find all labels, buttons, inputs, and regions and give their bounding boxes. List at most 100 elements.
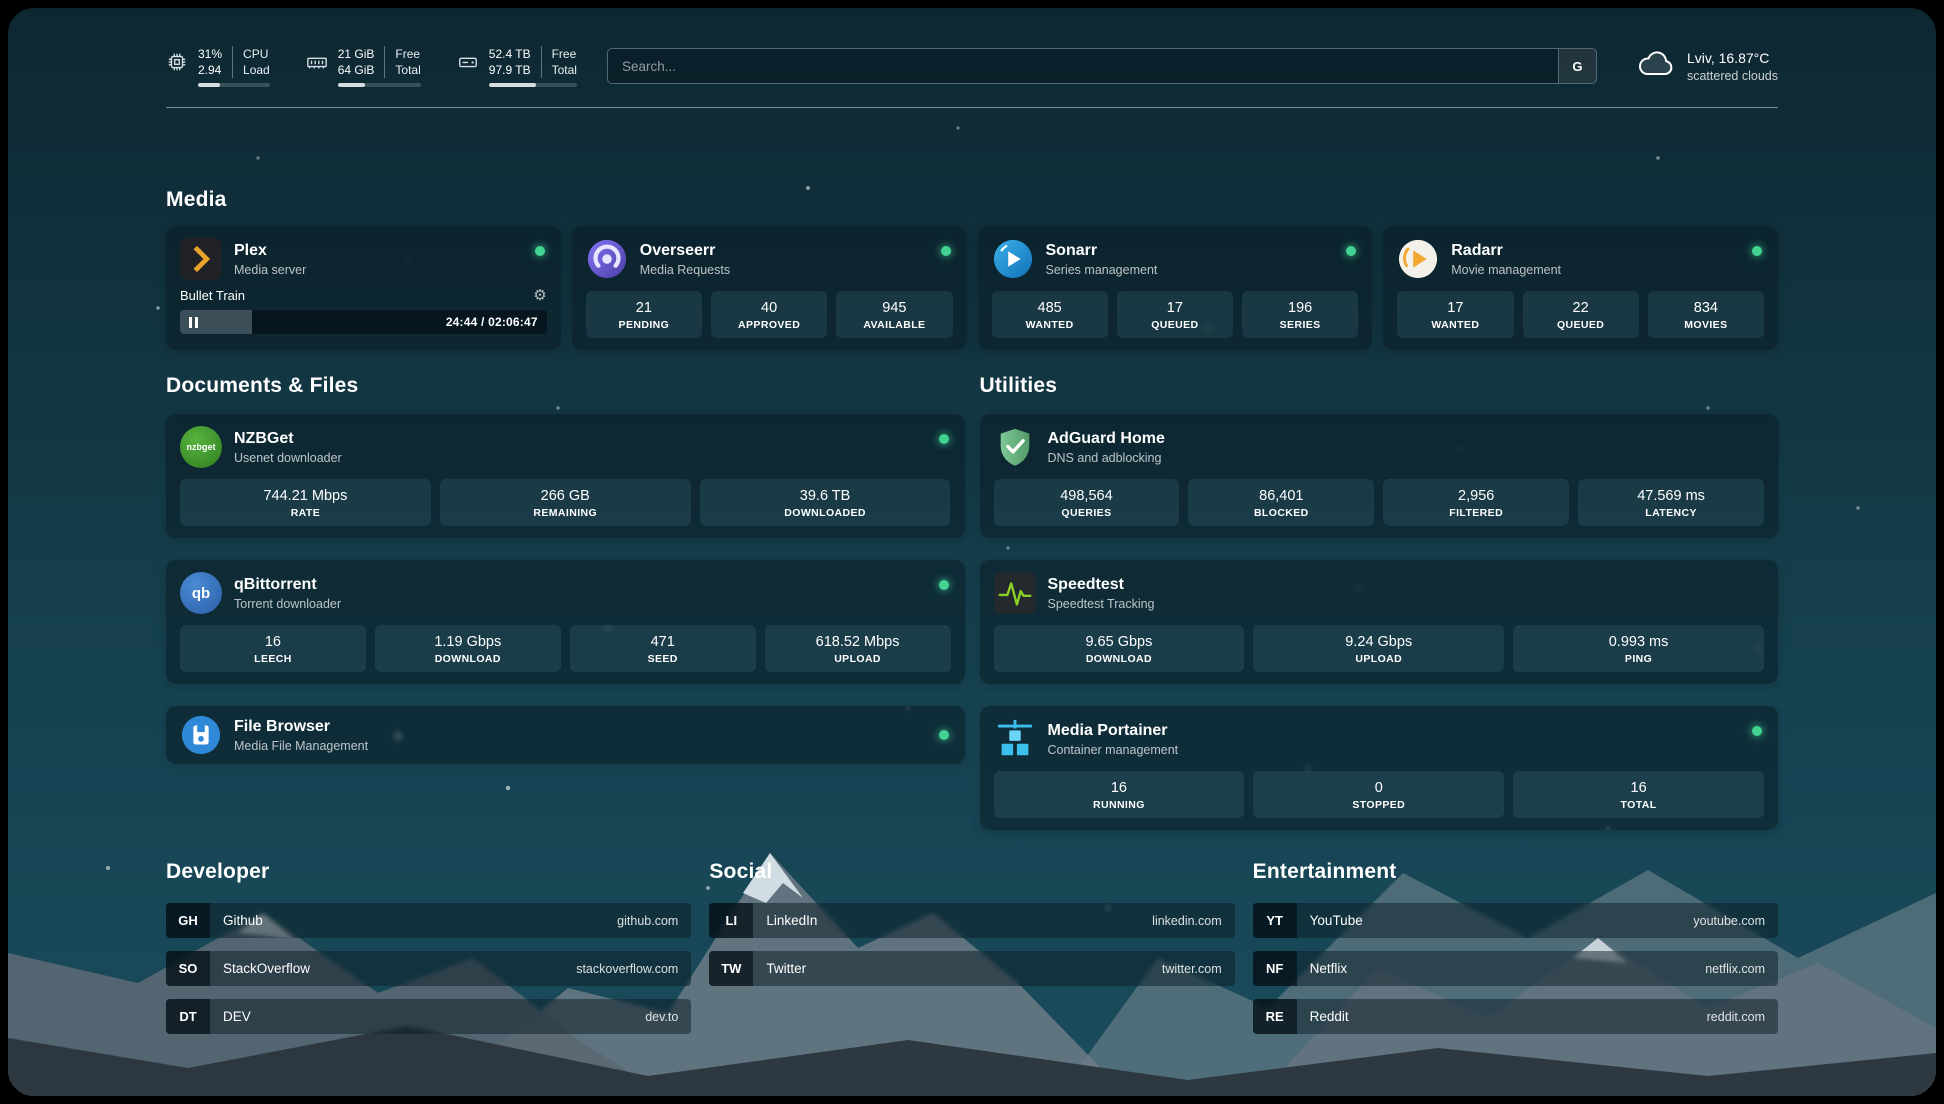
- reddit-abbr-icon: RE: [1253, 999, 1297, 1034]
- disk-label-bottom: Total: [552, 62, 577, 78]
- dev-abbr-icon: DT: [166, 999, 210, 1034]
- ram-labels: Free Total: [384, 46, 420, 78]
- bookmark-url: stackoverflow.com: [576, 962, 678, 976]
- stat-seed: 471 SEED: [570, 625, 756, 672]
- github-abbr-icon: GH: [166, 903, 210, 938]
- app-name: Radarr: [1451, 241, 1561, 261]
- stat-value: 16: [998, 779, 1241, 797]
- stat-label: AVAILABLE: [840, 319, 948, 331]
- cpu-values: 31% 2.94: [198, 46, 222, 78]
- cpu-load-average: 2.94: [198, 62, 222, 78]
- bookmark-name: Github: [223, 913, 263, 928]
- bookmark-youtube[interactable]: YT YouTube youtube.com: [1253, 903, 1778, 938]
- search-bar[interactable]: G: [607, 48, 1597, 84]
- bookmark-stackoverflow[interactable]: SO StackOverflow stackoverflow.com: [166, 951, 691, 986]
- entertainment-bookmarks: YT YouTube youtube.com NF Netflix netfli…: [1253, 903, 1778, 1034]
- qbittorrent-icon: qb: [180, 572, 222, 614]
- entertainment-section-title: Entertainment: [1253, 860, 1778, 884]
- qbittorrent-stats: 16 LEECH 1.19 Gbps DOWNLOAD 471 SEED: [180, 625, 951, 672]
- bookmark-name: Twitter: [766, 961, 806, 976]
- bookmark-github[interactable]: GH Github github.com: [166, 903, 691, 938]
- netflix-abbr-icon: NF: [1253, 951, 1297, 986]
- pause-icon[interactable]: [189, 317, 198, 328]
- disk-metric-body: 52.4 TB 97.9 TB Free Total: [489, 46, 577, 87]
- bookmark-url: github.com: [617, 914, 678, 928]
- middle-columns: Documents & Files nzbget NZBGet Usenet d…: [166, 374, 1778, 830]
- ram-metric-body: 21 GiB 64 GiB Free Total: [338, 46, 421, 87]
- cpu-metric: 31% 2.94 CPU Load: [166, 46, 270, 87]
- dashboard-screen: 31% 2.94 CPU Load: [8, 8, 1936, 1096]
- bookmark-linkedin[interactable]: LI LinkedIn linkedin.com: [709, 903, 1234, 938]
- bookmark-netflix[interactable]: NF Netflix netflix.com: [1253, 951, 1778, 986]
- social-bookmarks: LI LinkedIn linkedin.com TW Twitter twit…: [709, 903, 1234, 986]
- speedtest-card-header: Speedtest Speedtest Tracking: [994, 572, 1765, 614]
- bookmark-url: youtube.com: [1693, 914, 1765, 928]
- playback-time: 24:44 / 02:06:47: [446, 315, 538, 329]
- stat-remaining: 266 GB REMAINING: [440, 479, 691, 526]
- disk-values: 52.4 TB 97.9 TB: [489, 46, 531, 78]
- bookmark-reddit[interactable]: RE Reddit reddit.com: [1253, 999, 1778, 1034]
- plex-player-bar[interactable]: 24:44 / 02:06:47: [180, 310, 547, 334]
- cpu-progress-fill: [198, 83, 220, 87]
- app-name: Sonarr: [1046, 241, 1158, 261]
- utilities-section-title: Utilities: [980, 374, 1779, 398]
- search-engine-button[interactable]: G: [1558, 49, 1596, 83]
- stat-filtered: 2,956 FILTERED: [1383, 479, 1569, 526]
- bookmark-url: reddit.com: [1707, 1010, 1765, 1024]
- radarr-card[interactable]: Radarr Movie management 17 WANTED 22 QUE…: [1383, 226, 1778, 350]
- developer-bookmarks: GH Github github.com SO StackOverflow st…: [166, 903, 691, 1034]
- qbittorrent-icon-text: qb: [192, 585, 210, 602]
- nzbget-card[interactable]: nzbget NZBGet Usenet downloader: [166, 414, 965, 538]
- app-description: Container management: [1048, 743, 1179, 757]
- overseerr-card[interactable]: Overseerr Media Requests 21 PENDING 40 A…: [572, 226, 967, 350]
- stat-download: 9.65 Gbps DOWNLOAD: [994, 625, 1245, 672]
- bookmark-name: LinkedIn: [766, 913, 817, 928]
- stat-label: APPROVED: [715, 319, 823, 331]
- ram-metric-rows: 21 GiB 64 GiB Free Total: [338, 46, 421, 78]
- portainer-card[interactable]: Media Portainer Container management 16 …: [980, 706, 1779, 830]
- linkedin-abbr-icon: LI: [709, 903, 753, 938]
- stat-label: SERIES: [1246, 319, 1354, 331]
- bookmark-dev[interactable]: DT DEV dev.to: [166, 999, 691, 1034]
- stat-value: 618.52 Mbps: [769, 633, 947, 651]
- sonarr-card[interactable]: Sonarr Series management 485 WANTED 17 Q…: [978, 226, 1373, 350]
- stat-label: DOWNLOADED: [704, 507, 947, 519]
- disk-icon: [457, 51, 479, 78]
- adguard-card[interactable]: AdGuard Home DNS and adblocking 498,564 …: [980, 414, 1779, 538]
- qbittorrent-card[interactable]: qb qBittorrent Torrent downloader: [166, 560, 965, 684]
- stat-label: UPLOAD: [769, 653, 947, 665]
- disk-metric: 52.4 TB 97.9 TB Free Total: [457, 46, 577, 87]
- stat-label: RUNNING: [998, 799, 1241, 811]
- stat-latency: 47.569 ms LATENCY: [1578, 479, 1764, 526]
- stat-value: 16: [184, 633, 362, 651]
- stat-movies: 834 MOVIES: [1648, 291, 1764, 338]
- stat-value: 498,564: [998, 487, 1176, 505]
- ram-icon: [306, 51, 328, 78]
- plex-card-text: Plex Media server: [234, 241, 306, 277]
- stat-value: 196: [1246, 299, 1354, 317]
- search-input[interactable]: [608, 49, 1558, 83]
- stat-label: FILTERED: [1387, 507, 1565, 519]
- speedtest-card[interactable]: Speedtest Speedtest Tracking 9.65 Gbps D…: [980, 560, 1779, 684]
- stat-value: 9.24 Gbps: [1257, 633, 1500, 651]
- dashboard-content: 31% 2.94 CPU Load: [166, 8, 1778, 1047]
- adguard-card-header: AdGuard Home DNS and adblocking: [994, 426, 1765, 468]
- app-name: File Browser: [234, 717, 368, 737]
- status-dot: [1346, 246, 1356, 256]
- plex-card[interactable]: Plex Media server Bullet Train ⚙ 24:44 /…: [166, 226, 561, 350]
- ram-progress-fill: [338, 83, 365, 87]
- stat-label: SEED: [574, 653, 752, 665]
- filebrowser-card[interactable]: File Browser Media File Management: [166, 706, 965, 764]
- stat-value: 1.19 Gbps: [379, 633, 557, 651]
- topbar: 31% 2.94 CPU Load: [166, 38, 1778, 94]
- stat-approved: 40 APPROVED: [711, 291, 827, 338]
- app-description: Series management: [1046, 263, 1158, 277]
- disk-metric-rows: 52.4 TB 97.9 TB Free Total: [489, 46, 577, 78]
- now-playing-title: Bullet Train: [180, 288, 245, 303]
- speedtest-stats: 9.65 Gbps DOWNLOAD 9.24 Gbps UPLOAD 0.99…: [994, 625, 1765, 672]
- stat-value: 86,401: [1192, 487, 1370, 505]
- bookmark-twitter[interactable]: TW Twitter twitter.com: [709, 951, 1234, 986]
- speedtest-icon: [994, 572, 1036, 614]
- settings-gear-icon[interactable]: ⚙: [533, 288, 546, 303]
- disk-labels: Free Total: [541, 46, 577, 78]
